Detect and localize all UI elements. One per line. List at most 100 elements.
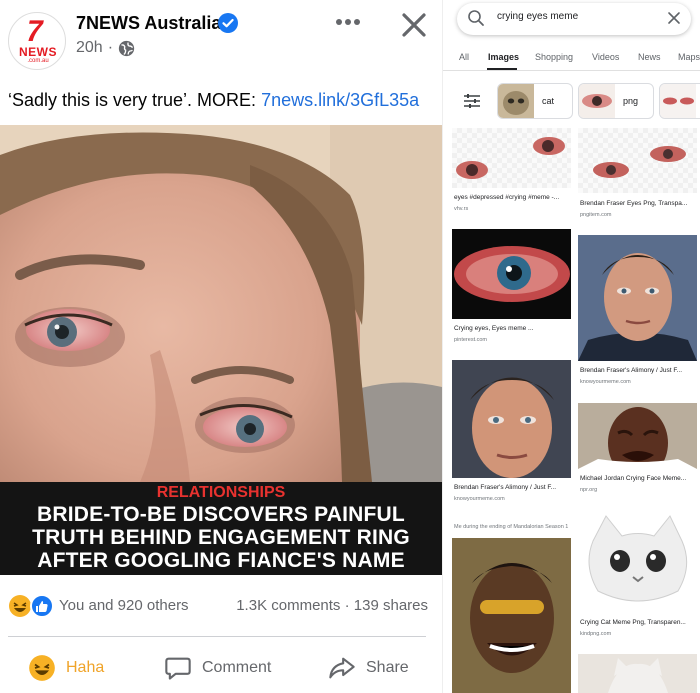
result-caption: Me during the ending of Mandalorian Seas… [454, 524, 569, 530]
result-source: npr.org [580, 487, 598, 493]
red-eyes-thumbnail [456, 137, 565, 179]
chip-png-thumbnail [579, 84, 615, 118]
post-actions: Haha Comment Share [0, 648, 442, 692]
result-source: pngitem.com [580, 212, 612, 218]
result-caption: Crying Cat Meme Png, Transparen... [580, 619, 686, 626]
result-caption: Michael Jordan Crying Face Meme... [580, 475, 687, 482]
clear-search-icon[interactable] [667, 11, 681, 25]
result-image [578, 511, 697, 611]
result-source: kindpng.com [580, 631, 612, 637]
reactions-count[interactable]: You and 920 others [59, 597, 189, 614]
avatar-logo-domain: .com.au [27, 58, 49, 64]
tab-shopping[interactable]: Shopping [535, 52, 573, 62]
meta-separator: · [107, 39, 114, 56]
result-image [452, 360, 571, 478]
page-name[interactable]: 7NEWS Australia [76, 13, 221, 34]
share-label: Share [366, 659, 409, 676]
comment-button[interactable]: Comment [164, 654, 271, 682]
headline-line-1: BRIDE-TO-BE DISCOVERS PAINFUL [37, 503, 405, 526]
result-source: vhv.rs [454, 206, 469, 212]
globe-icon [118, 40, 135, 56]
search-icon [468, 10, 484, 26]
post-time[interactable]: 20h [76, 39, 103, 57]
result-image [578, 403, 697, 469]
post-link[interactable]: 7news.link/3GfL35a [261, 90, 419, 110]
chip-png[interactable]: png [578, 83, 654, 119]
result-caption: Brendan Fraser Eyes Png, Transpa... [580, 200, 688, 207]
result-caption: Brendan Fraser's Alimony / Just F... [454, 484, 557, 491]
crying-jordan-thumbnail [578, 403, 697, 469]
reactions-bar: You and 920 others 1.3K comments · 139 s… [8, 594, 428, 618]
comments-count[interactable]: 1.3K comments [236, 597, 340, 614]
brendan-fraser-thumbnail [452, 360, 571, 478]
share-button[interactable]: Share [328, 654, 409, 682]
result-card[interactable]: Michael Jordan Crying Face Meme... npr.o… [578, 403, 697, 498]
headline-line-3: AFTER GOOGLING FIANCE'S NAME [37, 549, 405, 572]
search-tabs: All Images Shopping Videos News Maps [443, 44, 700, 70]
result-card[interactable]: Crying Cat Meme Png, Transparen... kindp… [578, 511, 697, 641]
crying-man-thumbnail [452, 538, 571, 693]
more-options-icon[interactable] [333, 10, 363, 34]
headline-line-2: TRUTH BEHIND ENGAGEMENT RING [32, 526, 410, 549]
counts-separator: · [344, 597, 354, 614]
post-text: ‘Sadly this is very true’. MORE: 7news.l… [8, 90, 438, 111]
result-source: pinterest.com [454, 337, 488, 343]
avatar-logo-number: 7 [22, 15, 47, 48]
close-icon[interactable] [399, 10, 429, 40]
result-image [452, 538, 571, 693]
search-bar[interactable] [457, 3, 691, 35]
verified-badge-icon [218, 13, 238, 33]
bloodshot-eye-thumbnail [454, 246, 570, 302]
post-header: 7 NEWS .com.au 7NEWS Australia 20h · [0, 0, 442, 80]
fraser-eyes-png-thumbnail [593, 146, 686, 178]
haha-reaction-icon [9, 595, 31, 617]
share-icon [329, 657, 355, 679]
avatar[interactable]: 7 NEWS .com.au [8, 12, 66, 70]
tab-videos[interactable]: Videos [592, 52, 619, 62]
headline-banner: RELATIONSHIPS BRIDE-TO-BE DISCOVERS PAIN… [0, 482, 442, 575]
shares-count[interactable]: 139 shares [354, 597, 428, 614]
tab-images[interactable]: Images [488, 52, 519, 62]
tab-news[interactable]: News [638, 52, 661, 62]
google-images-results: All Images Shopping Videos News Maps cat [442, 0, 700, 693]
haha-icon [29, 655, 55, 681]
partial-cat-thumbnail [608, 658, 668, 693]
chip-cat[interactable]: cat [497, 83, 573, 119]
comment-label: Comment [202, 659, 272, 676]
tab-maps[interactable]: Maps [678, 52, 700, 62]
woman-crying-photo [0, 125, 442, 482]
search-input[interactable] [497, 11, 657, 22]
post-caption: ‘Sadly this is very true’. MORE: [8, 90, 262, 110]
chip-more-thumbnail [660, 84, 696, 118]
like-reaction-icon [30, 594, 54, 618]
haha-label: Haha [66, 659, 105, 676]
result-card[interactable]: Brendan Fraser's Alimony / Just F... kno… [452, 360, 571, 510]
facebook-post: 7 NEWS .com.au 7NEWS Australia 20h · ‘Sa… [0, 0, 442, 693]
tab-all[interactable]: All [459, 52, 469, 62]
result-card[interactable]: Brendan Fraser Eyes Png, Transpa... pngi… [578, 128, 697, 223]
chip-cat-thumbnail [498, 84, 534, 118]
result-card[interactable]: Brendan Fraser's Alimony / Just F... kno… [578, 235, 697, 390]
result-card[interactable]: Crying eyes, Eyes meme ... pinterest.com [452, 229, 571, 349]
chip-more[interactable] [659, 83, 700, 119]
actions-divider [8, 636, 426, 637]
filter-settings-icon[interactable] [463, 94, 481, 108]
result-card[interactable]: Me during the ending of Mandalorian Seas… [452, 522, 571, 693]
result-source: knowyourmeme.com [454, 496, 505, 502]
result-caption: eyes #depressed #crying #meme -... [454, 194, 560, 201]
result-image [578, 235, 697, 361]
result-image [452, 229, 571, 319]
result-caption: Brendan Fraser's Alimony / Just F... [580, 367, 683, 374]
engagement-counts: 1.3K comments · 139 shares [236, 597, 428, 614]
result-card[interactable]: eyes #depressed #crying #meme -... vhv.r… [452, 128, 571, 218]
brendan-fraser-suit-thumbnail [578, 235, 697, 361]
reaction-icons[interactable] [8, 594, 56, 618]
result-caption: Crying eyes, Eyes meme ... [454, 325, 534, 332]
post-meta: 20h · [76, 39, 135, 57]
haha-button[interactable]: Haha [28, 654, 104, 682]
post-photo[interactable] [0, 125, 442, 482]
result-source: knowyourmeme.com [580, 379, 631, 385]
tabs-divider [443, 70, 700, 71]
chip-cat-label: cat [542, 96, 555, 106]
result-card[interactable] [578, 654, 697, 693]
